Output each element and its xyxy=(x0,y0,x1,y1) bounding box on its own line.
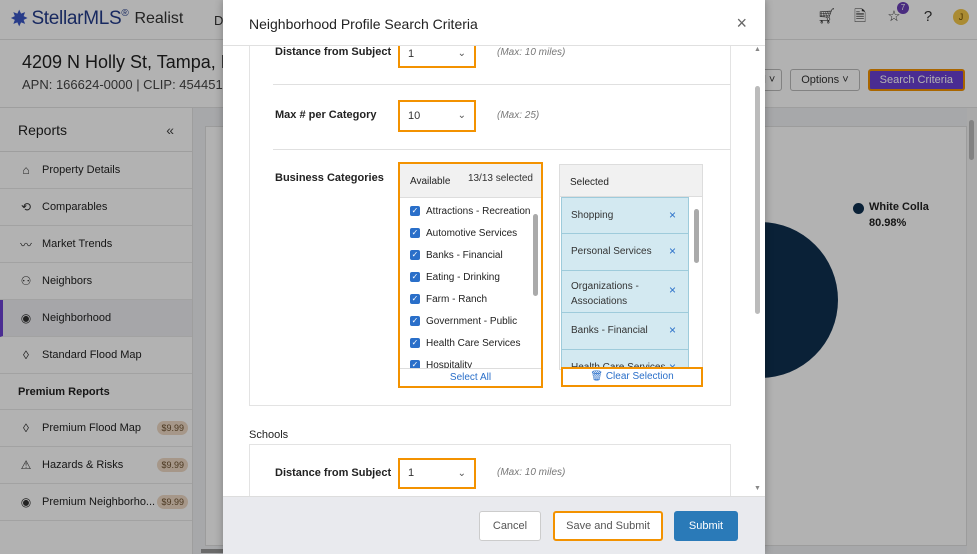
selected-chip-shopping[interactable]: Shopping × xyxy=(561,197,689,234)
scroll-down-icon[interactable]: ▼ xyxy=(754,485,761,492)
remove-icon[interactable]: × xyxy=(669,323,676,337)
available-scrollbar-thumb[interactable] xyxy=(533,214,538,296)
checkbox-checked-icon: ✓ xyxy=(410,316,420,326)
distance-hint: (Max: 10 miles) xyxy=(497,47,566,58)
clear-selection-button[interactable]: 🗑︎ Clear Selection xyxy=(561,367,703,387)
selected-chip-organizations[interactable]: Organizations - Associations × xyxy=(561,271,689,313)
available-count: 13/13 selected xyxy=(467,173,533,184)
checkbox-checked-icon: ✓ xyxy=(410,272,420,282)
category-checkbox-farm[interactable]: ✓ Farm - Ranch xyxy=(400,288,536,310)
selected-scrollbar[interactable] xyxy=(694,197,700,367)
category-checkbox-government[interactable]: ✓ Government - Public xyxy=(400,310,536,332)
modal-header: Neighborhood Profile Search Criteria × xyxy=(223,0,765,46)
cancel-button[interactable]: Cancel xyxy=(479,511,541,541)
available-items: ✓ Attractions - Recreation ✓ Automotive Se… xyxy=(400,200,536,368)
close-icon[interactable]: × xyxy=(736,13,747,34)
chevron-down-icon: ⌄ xyxy=(457,468,466,479)
divider xyxy=(273,149,731,150)
remove-icon[interactable]: × xyxy=(669,244,676,258)
business-categories-label: Business Categories xyxy=(275,172,384,184)
checkbox-checked-icon: ✓ xyxy=(410,206,420,216)
chevron-down-icon: ⌄ xyxy=(457,48,466,59)
submit-button[interactable]: Submit xyxy=(674,511,738,541)
category-checkbox-attractions[interactable]: ✓ Attractions - Recreation xyxy=(400,200,536,222)
checkbox-checked-icon: ✓ xyxy=(410,338,420,348)
schools-heading: Schools xyxy=(249,429,289,441)
school-distance-label: Distance from Subject xyxy=(275,467,392,479)
checkbox-checked-icon: ✓ xyxy=(410,360,420,368)
available-title: Available xyxy=(410,176,451,187)
category-checkbox-health-care[interactable]: ✓ Health Care Services xyxy=(400,332,536,354)
search-criteria-modal: Neighborhood Profile Search Criteria × D… xyxy=(223,0,765,554)
max-per-category-hint: (Max: 25) xyxy=(497,110,540,121)
school-distance-select[interactable]: 1 ⌄ xyxy=(398,458,476,489)
selected-title: Selected xyxy=(570,177,609,188)
modal-scrollbar-thumb[interactable] xyxy=(755,86,760,314)
available-scrollbar[interactable] xyxy=(533,200,539,368)
modal-title: Neighborhood Profile Search Criteria xyxy=(249,16,478,32)
divider xyxy=(273,84,731,85)
trash-icon: 🗑︎ xyxy=(590,371,606,382)
available-header: Available 13/13 selected xyxy=(400,164,541,198)
distance-label: Distance from Subject xyxy=(275,46,392,58)
selected-header: Selected xyxy=(560,165,702,197)
distance-select[interactable]: 1 ⌄ xyxy=(398,46,476,68)
category-checkbox-automotive[interactable]: ✓ Automotive Services xyxy=(400,222,536,244)
remove-icon[interactable]: × xyxy=(669,283,676,297)
selected-scrollbar-thumb[interactable] xyxy=(694,209,699,263)
modal-footer: Cancel Save and Submit Submit xyxy=(223,496,765,554)
available-categories-list: Available 13/13 selected ✓ Attractions - … xyxy=(398,162,543,388)
modal-scrollbar[interactable]: ▲ ▼ xyxy=(754,46,762,496)
school-distance-hint: (Max: 10 miles) xyxy=(497,467,566,478)
category-checkbox-hospitality[interactable]: ✓ Hospitality xyxy=(400,354,536,368)
max-per-category-label: Max # per Category xyxy=(275,109,377,121)
scroll-up-icon[interactable]: ▲ xyxy=(754,46,761,53)
remove-icon[interactable]: × xyxy=(669,208,676,222)
category-checkbox-eating[interactable]: ✓ Eating - Drinking xyxy=(400,266,536,288)
checkbox-checked-icon: ✓ xyxy=(410,250,420,260)
checkbox-checked-icon: ✓ xyxy=(410,228,420,238)
modal-body: Distance from Subject 1 ⌄ (Max: 10 miles)… xyxy=(223,46,765,496)
selected-chip-personal-services[interactable]: Personal Services × xyxy=(561,234,689,271)
checkbox-checked-icon: ✓ xyxy=(410,294,420,304)
chevron-down-icon: ⌄ xyxy=(457,110,466,121)
select-all-link[interactable]: Select All xyxy=(400,368,541,386)
selected-chip-banks[interactable]: Banks - Financial × xyxy=(561,313,689,350)
selected-categories-list: Selected Shopping × Personal Services × Or… xyxy=(559,164,703,370)
category-checkbox-banks[interactable]: ✓ Banks - Financial xyxy=(400,244,536,266)
save-and-submit-button[interactable]: Save and Submit xyxy=(553,511,663,541)
max-per-category-select[interactable]: 10 ⌄ xyxy=(398,100,476,132)
